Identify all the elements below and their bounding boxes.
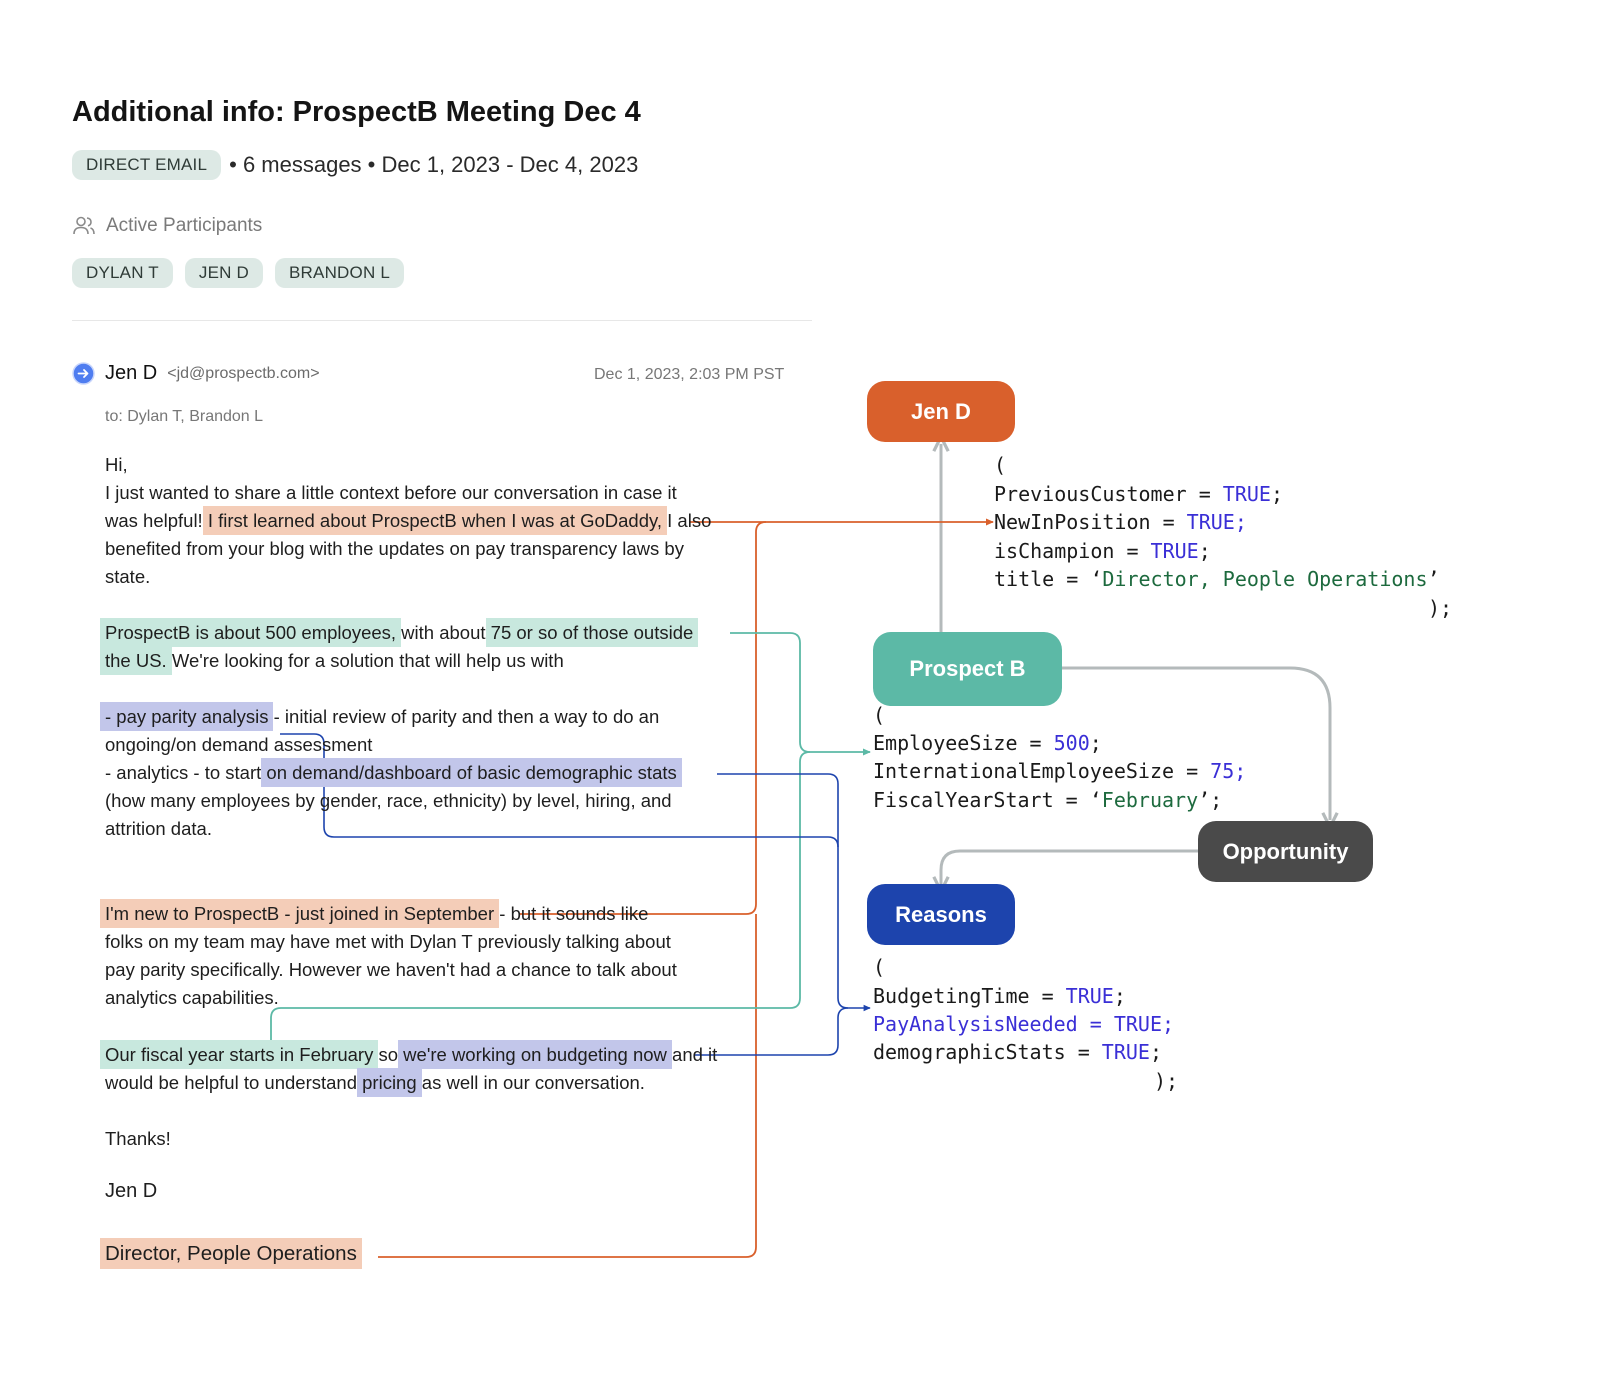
email-line: - pay parity analysis - initial review o… (100, 702, 660, 731)
email-line: attrition data. (105, 818, 212, 839)
prospect-code-line: FiscalYearStart = ‘February’; (873, 788, 1223, 812)
highlight-international: 75 or so of those outside (485, 618, 699, 647)
node-reasons[interactable]: Reasons (867, 884, 1015, 945)
email-line: benefited from your blog with the update… (105, 538, 684, 559)
prospect-code-line: InternationalEmployeeSize = 75; (873, 759, 1247, 783)
sender-email[interactable]: <jd@prospectb.com> (167, 365, 319, 383)
email-line: I just wanted to share a little context … (105, 482, 677, 503)
jen-code-line: title = ‘Director, People Operations’ (994, 567, 1440, 591)
email-line: the US. We're looking for a solution tha… (100, 646, 564, 675)
participant-chip[interactable]: JEN D (184, 258, 264, 288)
email-recipients: to: Dylan T, Brandon L (105, 408, 264, 425)
channel-tag: DIRECT EMAIL (72, 150, 222, 180)
jen-code-close: ); (1428, 596, 1453, 620)
email-line: would be helpful to understand pricing a… (105, 1068, 645, 1097)
highlight-fiscal-year: Our fiscal year starts in February (100, 1040, 379, 1069)
email-line: I'm new to ProspectB - just joined in Se… (100, 899, 649, 928)
connector-lines (270, 0, 1600, 1258)
highlight-title: Director, People Operations (100, 1238, 362, 1269)
participant-chip[interactable]: DYLAN T (72, 258, 173, 288)
reasons-code-line: demographicStats = TRUE; (873, 1040, 1162, 1064)
email-sender: Jen D <jd@prospectb.com> (72, 362, 320, 385)
text: and it (666, 1044, 718, 1065)
email-line: was helpful! I first learned about Prosp… (105, 506, 712, 535)
email-line: state. (105, 566, 151, 587)
participant-chip[interactable]: BRANDON L (275, 258, 405, 288)
highlight-employees: ProspectB is about 500 employees, (100, 618, 402, 647)
highlight-budgeting: we're working on budgeting now (398, 1040, 672, 1069)
email-line: ongoing/on demand assessment (105, 734, 373, 755)
jen-code-open: ( (994, 453, 1007, 477)
email-line: analytics capabilities. (105, 987, 279, 1008)
jen-code-line: NewInPosition = TRUE; (994, 510, 1247, 534)
highlight-pay-parity: - pay parity analysis (100, 702, 274, 731)
email-line: ProspectB is about 500 employees, with a… (100, 618, 699, 647)
thread-meta: DIRECT EMAIL • 6 messages • Dec 1, 2023 … (72, 150, 638, 180)
email-signature-title: Director, People Operations (100, 1238, 362, 1269)
email-line: folks on my team may have met with Dylan… (105, 931, 671, 952)
text: - initial review of parity and then a wa… (268, 706, 660, 727)
highlight-dashboard: on demand/dashboard of basic demographic… (261, 758, 682, 787)
text: - analytics - to start (105, 762, 267, 783)
text: was helpful! (105, 510, 208, 531)
text: I also (662, 510, 712, 531)
email-line: (how many employees by gender, race, eth… (105, 790, 672, 811)
participant-chips: DYLAN T JEN D BRANDON L (72, 258, 405, 288)
text: with about (396, 622, 491, 643)
people-icon (73, 216, 95, 235)
participants-heading: Active Participants (72, 215, 262, 237)
divider (72, 320, 812, 321)
jen-code-line: isChampion = TRUE; (994, 539, 1211, 563)
participants-heading-label: Active Participants (106, 215, 263, 236)
highlight-us: the US. (100, 646, 172, 675)
reasons-code-close: ); (1154, 1069, 1179, 1093)
sender-name: Jen D (105, 362, 158, 384)
email-greeting: Hi, (105, 454, 128, 475)
blue-connector-budgeting (695, 1007, 849, 1056)
text: We're looking for a solution that will h… (166, 650, 564, 671)
highlight-pricing: pricing (357, 1068, 422, 1097)
jen-code-line: PreviousCustomer = TRUE; (994, 482, 1283, 506)
reasons-code-line: PayAnalysisNeeded = TRUE; (873, 1012, 1175, 1036)
email-line: pay parity specifically. However we have… (105, 959, 677, 980)
node-jen-d[interactable]: Jen D (867, 381, 1015, 442)
email-line: Our fiscal year starts in February so we… (100, 1040, 718, 1069)
highlight-new-position: I'm new to ProspectB - just joined in Se… (100, 899, 500, 928)
prospect-code-open: ( (873, 703, 886, 727)
text: as well in our conversation. (416, 1072, 645, 1093)
teal-connector-employees (730, 632, 871, 756)
email-line: - analytics - to start on demand/dashboa… (105, 758, 682, 787)
highlight-godaddy: I first learned about ProspectB when I w… (202, 506, 668, 535)
reasons-code-line: BudgetingTime = TRUE; (873, 984, 1126, 1008)
email-signature: Jen D (105, 1180, 158, 1202)
text: would be helpful to understand (105, 1072, 363, 1093)
prospect-code-line: EmployeeSize = 500; (873, 731, 1102, 755)
email-thanks: Thanks! (105, 1128, 171, 1149)
node-opportunity[interactable]: Opportunity (1198, 821, 1373, 882)
page-title: Additional info: ProspectB Meeting Dec 4 (72, 96, 641, 128)
email-date: Dec 1, 2023, 2:03 PM PST (594, 366, 785, 383)
arrow-circle-icon (72, 362, 95, 385)
node-prospect-b[interactable]: Prospect B (873, 632, 1062, 706)
reasons-code-open: ( (873, 955, 886, 979)
blue-connector-dashboard (717, 773, 839, 847)
opportunity-to-reasons-connector (941, 849, 1198, 884)
text: - but it sounds like (494, 903, 649, 924)
thread-meta-text: • 6 messages • Dec 1, 2023 - Dec 4, 2023 (229, 152, 639, 177)
